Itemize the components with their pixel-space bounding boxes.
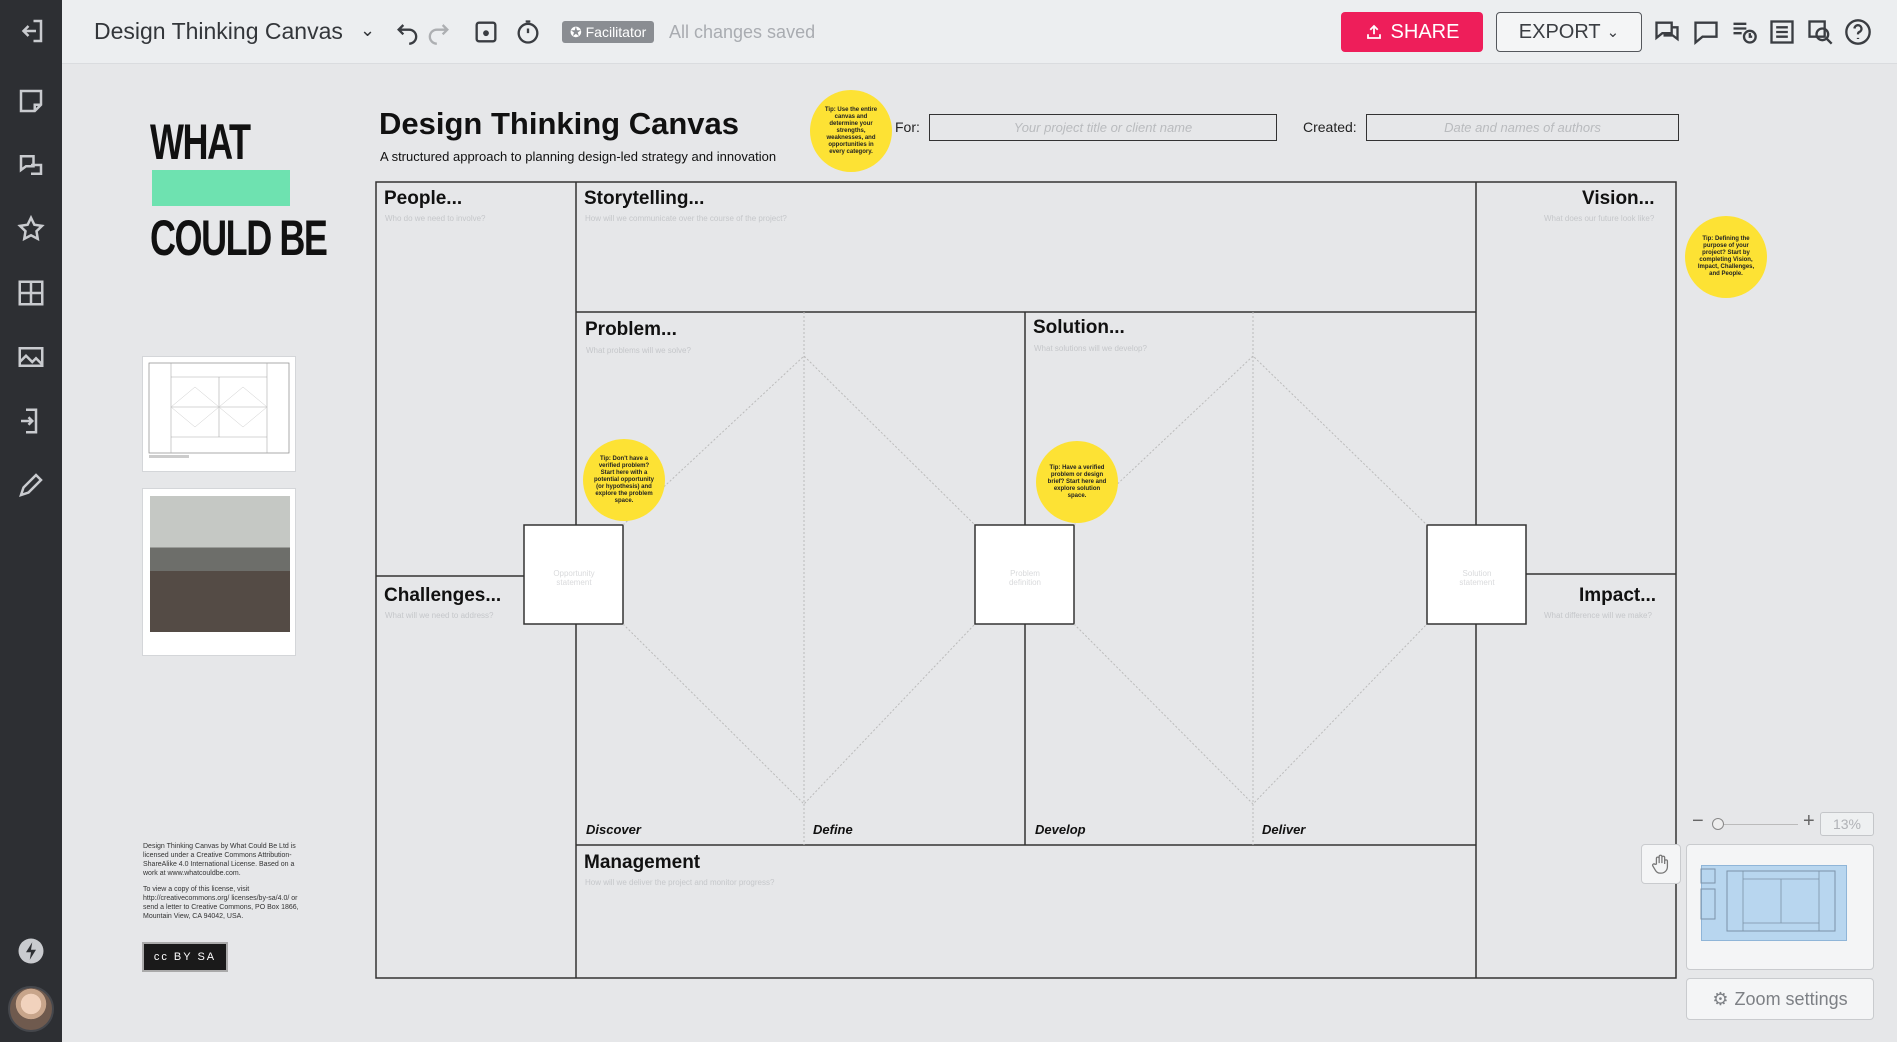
storytelling-sub: How will we communicate over the course … [585,214,787,223]
people-title: People... [384,188,463,209]
workshop-photo[interactable] [142,488,296,656]
grid-icon[interactable] [14,276,48,310]
search-icon[interactable] [1802,14,1838,50]
challenges-title: Challenges... [384,585,502,606]
zoom-settings-button[interactable]: ⚙ Zoom settings [1686,978,1874,1020]
comment-icon[interactable] [1688,14,1724,50]
lightning-icon[interactable] [14,934,48,968]
phase-develop: Develop [1035,822,1086,837]
for-label: For: [895,119,920,135]
what-could-be-logo: WHAT COULD BE [150,114,328,266]
hinge-solution: Solution statement [1429,569,1525,587]
image-icon[interactable] [14,340,48,374]
save-status: All changes saved [669,22,816,42]
share-label: SHARE [1390,20,1460,43]
top-bar: Design Thinking Canvas ⌄ ✪ Facilitator A… [62,0,1897,64]
challenges-sub: What will we need to address? [385,611,494,620]
hand-icon [1652,854,1669,874]
impact-title: Impact... [1579,585,1657,606]
minimap[interactable] [1686,844,1874,970]
phase-deliver: Deliver [1262,822,1306,837]
zoom-controls: − + 13% [1688,810,1874,838]
hinge-problem-title: Problem [1010,569,1040,578]
canvas-title: Design Thinking Canvas [379,106,740,141]
user-avatar[interactable] [8,986,54,1032]
tip-sticker-vision[interactable]: Tip: Defining the purpose of your projec… [1685,216,1767,298]
sticky-note-icon[interactable] [14,84,48,118]
license-text: Design Thinking Canvas by What Could Be … [143,842,303,921]
share-button[interactable]: SHARE [1341,12,1483,52]
gear-icon: ⚙ [1712,988,1729,1009]
facilitator-label: Facilitator [585,24,647,40]
chat-icon[interactable] [1649,14,1685,50]
redo-icon[interactable] [420,14,456,50]
comment-shape-icon[interactable] [14,148,48,182]
zoom-settings-label: Zoom settings [1734,988,1848,1009]
help-icon[interactable] [1840,14,1876,50]
zoom-slider-handle[interactable] [1712,818,1724,830]
created-field[interactable]: Date and names of authors [1366,114,1679,141]
exit-icon[interactable] [14,14,48,48]
phase-discover: Discover [586,822,641,837]
project-title-field[interactable]: Your project title or client name [929,114,1277,141]
list-icon[interactable] [1764,14,1800,50]
left-toolbar [0,0,62,1042]
hinge-opportunity-sub: statement [556,578,592,587]
impact-sub: What difference will we make? [1544,611,1652,620]
minimap-content [1700,868,1836,932]
cc-license-badge: cc BY SA [142,942,228,972]
import-icon[interactable] [14,404,48,438]
photo-image [150,496,290,632]
timer-icon[interactable] [510,14,546,50]
storytelling-title: Storytelling... [584,188,705,209]
logo-line1: WHAT [150,114,251,170]
canvas-subtitle: A structured approach to planning design… [380,149,777,164]
problem-sub: What problems will we solve? [586,346,691,355]
solution-title: Solution... [1033,317,1125,338]
present-frame-icon[interactable] [468,14,504,50]
upload-icon [1366,24,1381,39]
export-label: EXPORT [1518,20,1601,43]
vision-title: Vision... [1582,188,1655,209]
logo-bar [152,170,290,206]
board-title[interactable]: Design Thinking Canvas [94,18,343,45]
chevron-down-icon[interactable]: ⌄ [360,20,375,41]
management-title: Management [584,852,701,873]
hinge-problem: Problem definition [977,569,1073,587]
hinge-opportunity: Opportunity statement [526,569,622,587]
canvas-thumbnail[interactable] [142,356,296,472]
solution-sub: What solutions will we develop? [1034,344,1147,353]
tip-sticker-top[interactable]: Tip: Use the entire canvas and determine… [810,90,892,172]
phase-define: Define [813,822,853,837]
management-sub: How will we deliver the project and moni… [585,878,775,887]
zoom-in-button[interactable]: + [1803,810,1815,833]
people-sub: Who do we need to involve? [385,214,486,223]
license-paragraph-1: Design Thinking Canvas by What Could Be … [143,843,296,877]
activity-log-icon[interactable] [1726,14,1762,50]
zoom-slider-track[interactable] [1714,824,1798,825]
hinge-solution-sub: statement [1459,578,1495,587]
problem-title: Problem... [585,319,677,340]
zoom-out-button[interactable]: − [1692,810,1704,833]
facilitator-badge[interactable]: ✪ Facilitator [562,21,655,43]
pen-icon[interactable] [14,468,48,502]
license-paragraph-2: To view a copy of this license, visit ht… [143,886,299,920]
hinge-problem-sub: definition [1008,578,1042,587]
chevron-down-icon: ⌄ [1606,24,1620,41]
zoom-value[interactable]: 13% [1820,812,1874,836]
hand-tool-button[interactable] [1641,844,1681,884]
vision-sub: What does our future look like? [1544,214,1655,223]
hinge-opportunity-title: Opportunity [553,569,595,578]
star-icon[interactable] [14,212,48,246]
tip-sticker-problem[interactable]: Tip: Don't have a verified problem? Star… [583,439,665,521]
created-label: Created: [1303,119,1357,135]
logo-line2: COULD BE [150,210,328,266]
hinge-solution-title: Solution [1462,569,1492,578]
tip-sticker-solution[interactable]: Tip: Have a verified problem or design b… [1036,441,1118,523]
export-button[interactable]: EXPORT ⌄ [1496,12,1642,52]
